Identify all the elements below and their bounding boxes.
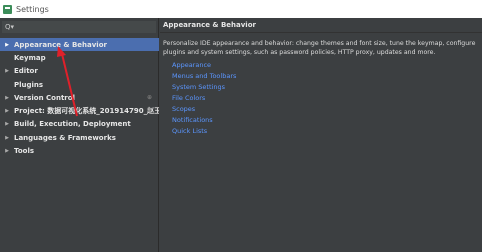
expand-arrow-icon[interactable]: ▶ <box>0 108 14 114</box>
tree-item[interactable]: Plugins <box>0 78 159 91</box>
subpage-links: Appearance Menus and Toolbars System Setti… <box>172 60 236 137</box>
expand-arrow-icon[interactable]: ▶ <box>0 135 14 141</box>
tree-item-label: Project: 数据可视化系统_201914790_赵玉涛 <box>14 107 159 116</box>
window-titlebar: Settings <box>0 0 482 18</box>
expand-arrow-icon[interactable]: ▶ <box>0 121 14 127</box>
content-header: Appearance & Behavior <box>160 18 482 33</box>
project-scope-icon: ⊕ <box>146 94 152 102</box>
project-scope-icon: ⊕ <box>146 107 152 115</box>
settings-sidebar: Q▾ ▶ Appearance & Behavior Keymap ▶ Editor Pl… <box>0 18 159 252</box>
tree-item[interactable]: ▶ Project: 数据可视化系统_201914790_赵玉涛 ⊕ <box>0 104 159 117</box>
tree-item-label: Plugins <box>14 80 44 89</box>
subpage-link[interactable]: Notifications <box>172 115 236 126</box>
subpage-link[interactable]: Appearance <box>172 60 236 71</box>
subpage-link[interactable]: Scopes <box>172 104 236 115</box>
page-title: Appearance & Behavior <box>163 21 256 29</box>
subpage-link[interactable]: System Settings <box>172 82 236 93</box>
expand-arrow-icon[interactable]: ▶ <box>0 68 14 74</box>
tree-item-label: Appearance & Behavior <box>14 40 107 49</box>
tree-item[interactable]: ▶ Appearance & Behavior <box>0 38 159 52</box>
tree-item-label: Editor <box>14 67 38 76</box>
tree-item[interactable]: ▶ Languages & Frameworks <box>0 131 159 144</box>
tree-item[interactable]: Keymap <box>0 51 159 64</box>
tree-item-label: Build, Execution, Deployment <box>14 120 131 129</box>
settings-content: Appearance & Behavior Personalize IDE ap… <box>160 18 482 252</box>
settings-dialog: Q▾ ▶ Appearance & Behavior Keymap ▶ Editor Pl… <box>0 18 482 252</box>
settings-tree: ▶ Appearance & Behavior Keymap ▶ Editor Plugi… <box>0 38 159 158</box>
expand-arrow-icon[interactable]: ▶ <box>0 95 14 101</box>
page-description: Personalize IDE appearance and behavior:… <box>163 40 476 56</box>
search-icon[interactable]: Q▾ <box>5 23 14 31</box>
subpage-link[interactable]: Menus and Toolbars <box>172 71 236 82</box>
search-input[interactable] <box>16 23 147 31</box>
tree-item[interactable]: ▶ Build, Execution, Deployment <box>0 118 159 131</box>
tree-item-label: Version Control <box>14 93 75 102</box>
tree-item-label: Tools <box>14 147 35 156</box>
tree-item[interactable]: ▶ Version Control ⊕ <box>0 91 159 104</box>
search-box[interactable]: Q▾ <box>2 21 156 33</box>
subpage-link[interactable]: Quick Lists <box>172 126 236 137</box>
tree-item-label: Languages & Frameworks <box>14 133 116 142</box>
tree-item[interactable]: ▶ Editor <box>0 65 159 78</box>
expand-arrow-icon[interactable]: ▶ <box>0 42 14 48</box>
subpage-link[interactable]: File Colors <box>172 93 236 104</box>
window-title: Settings <box>16 4 49 14</box>
tree-item[interactable]: ▶ Tools <box>0 144 159 157</box>
app-icon <box>3 4 12 14</box>
tree-item-label: Keymap <box>14 53 46 62</box>
expand-arrow-icon[interactable]: ▶ <box>0 148 14 154</box>
